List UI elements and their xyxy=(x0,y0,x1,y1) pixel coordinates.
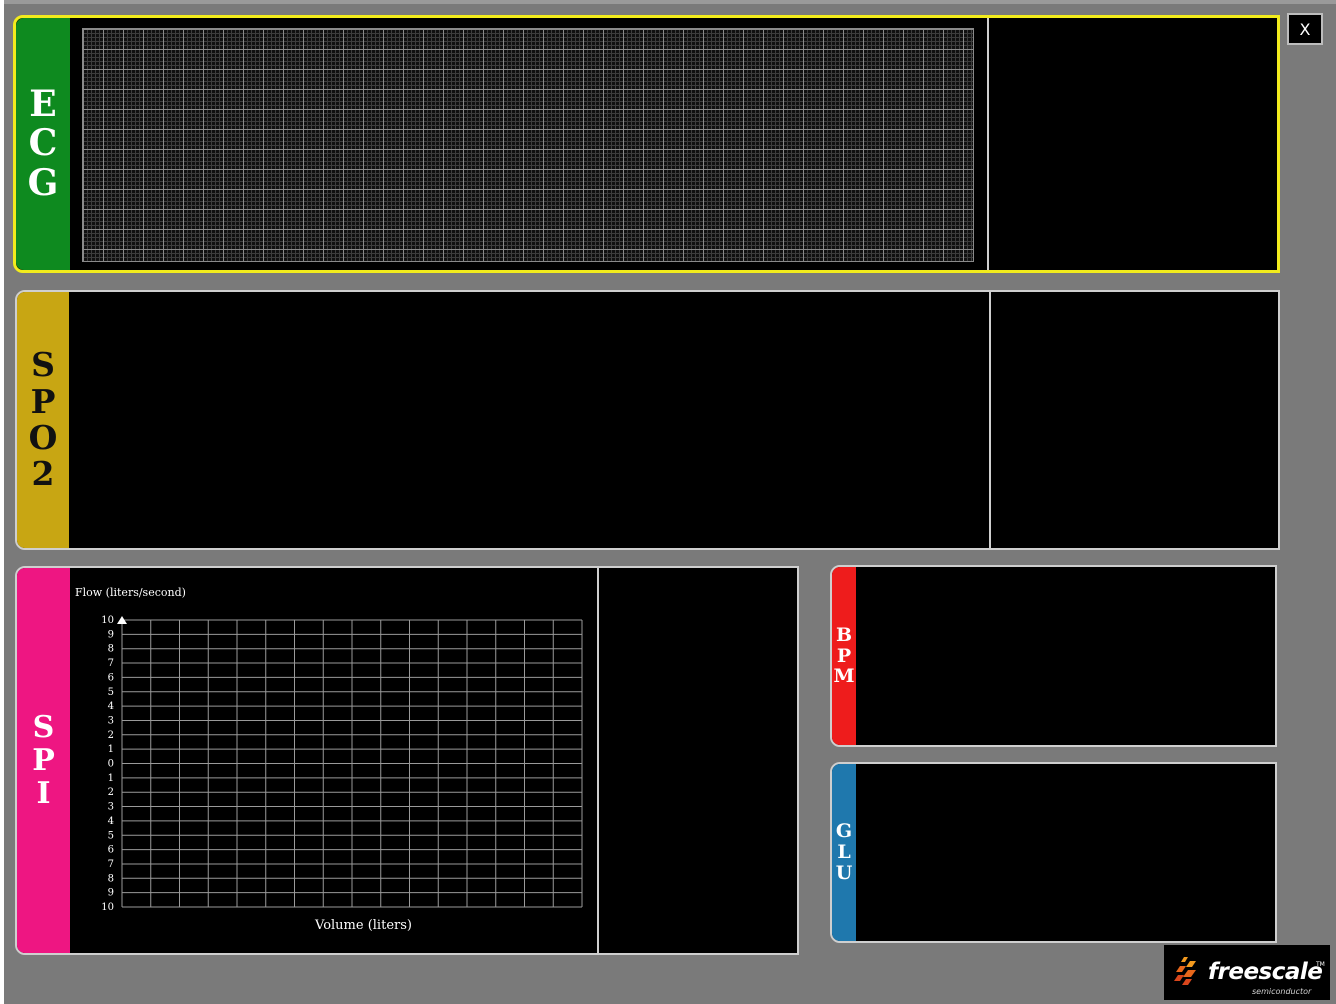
left-edge xyxy=(0,0,4,1004)
glu-tab-letter: L xyxy=(837,841,851,864)
spi-tab[interactable]: S P I xyxy=(17,568,70,953)
y-tick-label: 3 xyxy=(108,715,114,726)
spo2-tab-letter: 2 xyxy=(31,454,55,494)
ecg-panel[interactable]: E C G xyxy=(13,15,1280,273)
y-tick-label: 1 xyxy=(108,773,114,784)
spi-flow-volume-chart: 109876543210123456789100123456 xyxy=(101,615,583,910)
y-tick-label: 4 xyxy=(108,816,114,827)
spo2-tab-letter: S xyxy=(31,345,55,385)
y-tick-label: 5 xyxy=(108,687,114,698)
freescale-logo: freescale TM semiconductor xyxy=(1164,945,1330,1000)
y-tick-label: 10 xyxy=(101,615,114,626)
y-tick-label: 5 xyxy=(108,830,114,841)
close-button[interactable]: X xyxy=(1287,13,1323,45)
spo2-panel[interactable]: S P O 2 xyxy=(15,290,1280,550)
ecg-divider xyxy=(987,18,989,270)
ecg-waveform-grid xyxy=(82,28,974,262)
spi-divider xyxy=(597,568,599,953)
spi-tab-letter: P xyxy=(32,743,55,778)
y-tick-label: 3 xyxy=(108,802,114,813)
glu-panel[interactable]: G L U xyxy=(830,762,1277,943)
ecg-tab-letter: G xyxy=(27,161,59,204)
y-tick-label: 4 xyxy=(108,701,114,712)
spi-tab-letter: S xyxy=(32,710,55,745)
y-tick-label: 2 xyxy=(108,730,114,741)
y-tick-label: 6 xyxy=(108,672,114,683)
spi-tab-letter: I xyxy=(36,776,51,811)
spo2-divider xyxy=(989,292,991,548)
glu-tab-letter: G xyxy=(835,820,853,843)
spi-chart-x-label: Volume (liters) xyxy=(315,918,412,933)
y-tick-label: 9 xyxy=(108,888,114,899)
y-tick-label: 10 xyxy=(101,902,114,910)
bpm-tab[interactable]: B P M xyxy=(832,567,856,745)
glu-tab[interactable]: G L U xyxy=(832,764,856,941)
y-tick-label: 0 xyxy=(108,759,114,770)
y-tick-label: 7 xyxy=(108,658,114,669)
y-tick-label: 9 xyxy=(108,629,114,640)
glu-tab-letter: U xyxy=(835,861,853,884)
logo-tagline: semiconductor xyxy=(1252,987,1312,996)
y-tick-label: 6 xyxy=(108,845,114,856)
ecg-tab-letter: E xyxy=(29,82,57,125)
logo-trademark: TM xyxy=(1316,961,1325,968)
y-tick-label: 1 xyxy=(108,744,114,755)
ecg-tab[interactable]: E C G xyxy=(16,18,70,270)
y-tick-label: 2 xyxy=(108,787,114,798)
bpm-tab-letter: B xyxy=(835,623,853,646)
y-tick-label: 8 xyxy=(108,873,114,884)
logo-wordmark: freescale xyxy=(1208,959,1323,985)
y-tick-label: 8 xyxy=(108,644,114,655)
bpm-tab-letter: M xyxy=(833,665,855,688)
spo2-tab-letter: O xyxy=(28,418,58,457)
top-edge xyxy=(0,0,1336,4)
bpm-panel[interactable]: B P M xyxy=(830,565,1277,747)
bpm-tab-letter: P xyxy=(836,644,852,667)
spo2-tab[interactable]: S P O 2 xyxy=(17,292,69,548)
spi-chart-y-title: Flow (liters/second) xyxy=(75,586,186,599)
spo2-tab-letter: P xyxy=(30,381,56,421)
ecg-tab-letter: C xyxy=(28,122,58,165)
freescale-mark-icon xyxy=(1174,957,1196,985)
spi-panel[interactable]: S P I Flow (liters/second) 10 9 8 7 6 5 4 3 2 1 0 1… xyxy=(15,566,799,955)
y-tick-label: 7 xyxy=(108,859,114,870)
